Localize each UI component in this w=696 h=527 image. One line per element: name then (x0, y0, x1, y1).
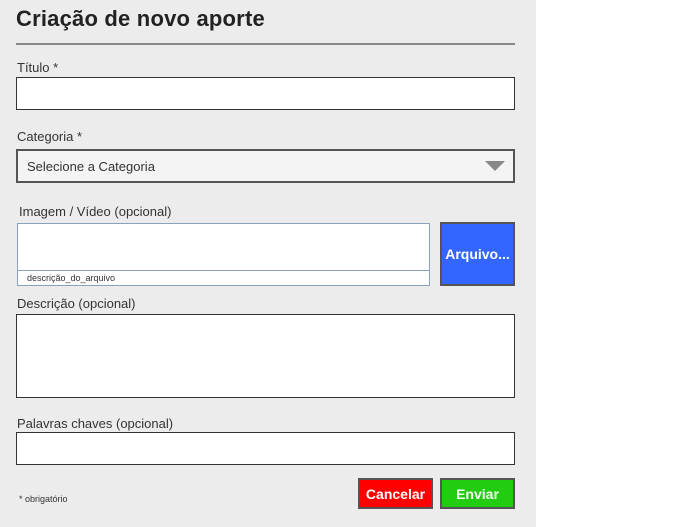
file-name-text: descrição_do_arquivo (27, 273, 116, 283)
titulo-label: Título * (17, 60, 59, 75)
file-browse-button[interactable]: Arquivo... (440, 222, 515, 286)
send-button[interactable]: Enviar (440, 478, 515, 509)
descricao-textarea[interactable] (16, 314, 515, 398)
cancel-button[interactable]: Cancelar (358, 478, 433, 509)
categoria-select[interactable]: Selecione a Categoria (16, 149, 515, 183)
descricao-label: Descrição (opcional) (17, 296, 136, 311)
page-title: Criação de novo aporte (16, 6, 265, 31)
palavras-label: Palavras chaves (opcional) (17, 416, 174, 431)
categoria-label: Categoria * (17, 129, 83, 144)
title-divider (16, 43, 515, 45)
form-panel: Criação de novo aporte Título * Categori… (0, 0, 536, 527)
palavras-input[interactable] (16, 432, 515, 465)
categoria-selected-value: Selecione a Categoria (27, 159, 155, 174)
chevron-down-icon (485, 161, 505, 171)
required-note: * obrigatório (19, 494, 68, 504)
titulo-input[interactable] (16, 77, 515, 110)
file-divider (18, 270, 429, 271)
imagem-label: Imagem / Vídeo (opcional) (19, 204, 172, 219)
file-drop-area[interactable]: descrição_do_arquivo (17, 223, 430, 286)
